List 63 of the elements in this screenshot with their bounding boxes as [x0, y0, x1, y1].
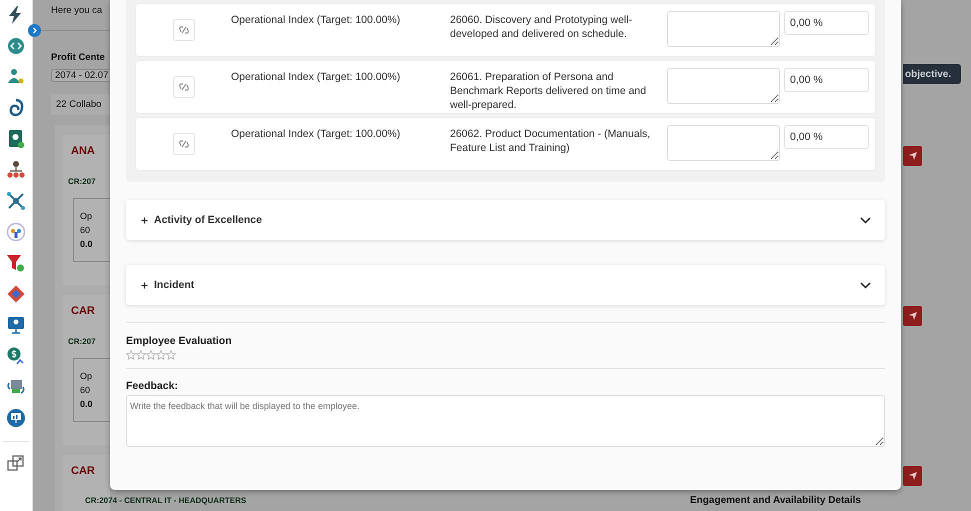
org-chart-icon[interactable]	[6, 160, 26, 180]
card-title: ANA	[71, 145, 96, 157]
comment-field[interactable]	[667, 11, 780, 47]
card-code: CR:207	[68, 177, 97, 186]
profit-center-select[interactable]: 2074 - 02.07	[51, 69, 110, 82]
paper-plane-icon	[908, 311, 918, 321]
indicator-text: Operational Index (Target: 100.00%)	[231, 127, 402, 142]
code-badge-icon[interactable]	[6, 36, 26, 56]
card-title: CAR	[71, 465, 96, 477]
network-icon[interactable]	[6, 191, 26, 211]
objective-text: 60	[80, 225, 92, 235]
score-field[interactable]: 0,00 %	[784, 125, 869, 149]
unlink-button[interactable]	[172, 76, 194, 98]
id-card-icon[interactable]	[6, 129, 26, 149]
accordion-header[interactable]: Incident	[126, 265, 885, 305]
people-circle-icon[interactable]	[6, 222, 26, 242]
indicator-text: Operational Index (Target: 100.00%)	[231, 13, 402, 28]
comment-field[interactable]	[667, 125, 780, 161]
profit-center-label: Profit Cente	[51, 52, 106, 63]
paper-plane-icon	[908, 151, 918, 161]
broken-link-icon	[178, 140, 188, 148]
unlink-button[interactable]	[172, 19, 194, 41]
chevron-icon	[860, 216, 871, 224]
chevron-icon	[860, 282, 871, 288]
collaborators-count: 22 Collabo	[51, 94, 110, 115]
feedback-field[interactable]: Write the feedback that will be displayed to the employee.	[126, 395, 885, 447]
panel-title: Engagement and Availability Details	[690, 495, 861, 506]
indicator-text: Operational Index (Target: 100.00%)	[231, 70, 402, 85]
unlink-button[interactable]	[172, 133, 194, 155]
objective-button[interactable]: objective.	[903, 64, 961, 84]
expand-toggle-button[interactable]	[28, 24, 41, 37]
objective-description: 26062. Product Documentation - (Manuals, Feature List and Training)	[450, 127, 652, 156]
objective-text: Op	[80, 371, 94, 381]
presentation-icon[interactable]	[6, 408, 26, 428]
card-title: CAR	[71, 305, 96, 317]
send-button[interactable]	[903, 466, 922, 486]
objective-text: Op	[80, 211, 94, 221]
funnel-icon[interactable]	[6, 253, 26, 273]
send-button[interactable]	[903, 306, 922, 326]
objective-text: 0.0	[80, 399, 94, 409]
comment-field[interactable]	[667, 68, 780, 104]
objective-text: 60	[80, 385, 92, 395]
evaluation-label: Employee Evaluation	[126, 335, 233, 347]
card-code: CR:2074 - CENTRAL IT - HEADQUARTERS	[85, 496, 246, 505]
plus-icon	[141, 282, 148, 288]
broken-link-icon	[178, 83, 188, 91]
chevron-icon	[31, 27, 38, 34]
objective-description: 26061. Preparation of Persona and Benchmark Reports delivered on time and well-prepared.	[450, 70, 648, 113]
accordion-header[interactable]: Activity of Excellence	[126, 200, 885, 240]
broken-link-icon	[178, 26, 188, 34]
paper-plane-icon	[908, 471, 918, 481]
card-code: CR:207	[68, 337, 97, 346]
plus-icon	[141, 216, 148, 224]
objective-description: 26060. Discovery and Prototyping well-developed and delivered on schedule.	[450, 13, 634, 42]
expand-icon[interactable]	[6, 453, 26, 473]
score-field[interactable]: 0,00 %	[784, 11, 869, 35]
send-button[interactable]	[903, 146, 922, 166]
feedback-label: Feedback:	[126, 380, 179, 392]
objective-text: 0.0	[80, 239, 94, 249]
score-field[interactable]: 0,00 %	[784, 68, 869, 92]
intro-text: Here you ca	[51, 5, 104, 16]
star-rating[interactable]	[126, 350, 176, 360]
monitor-person-icon[interactable]	[6, 315, 26, 335]
